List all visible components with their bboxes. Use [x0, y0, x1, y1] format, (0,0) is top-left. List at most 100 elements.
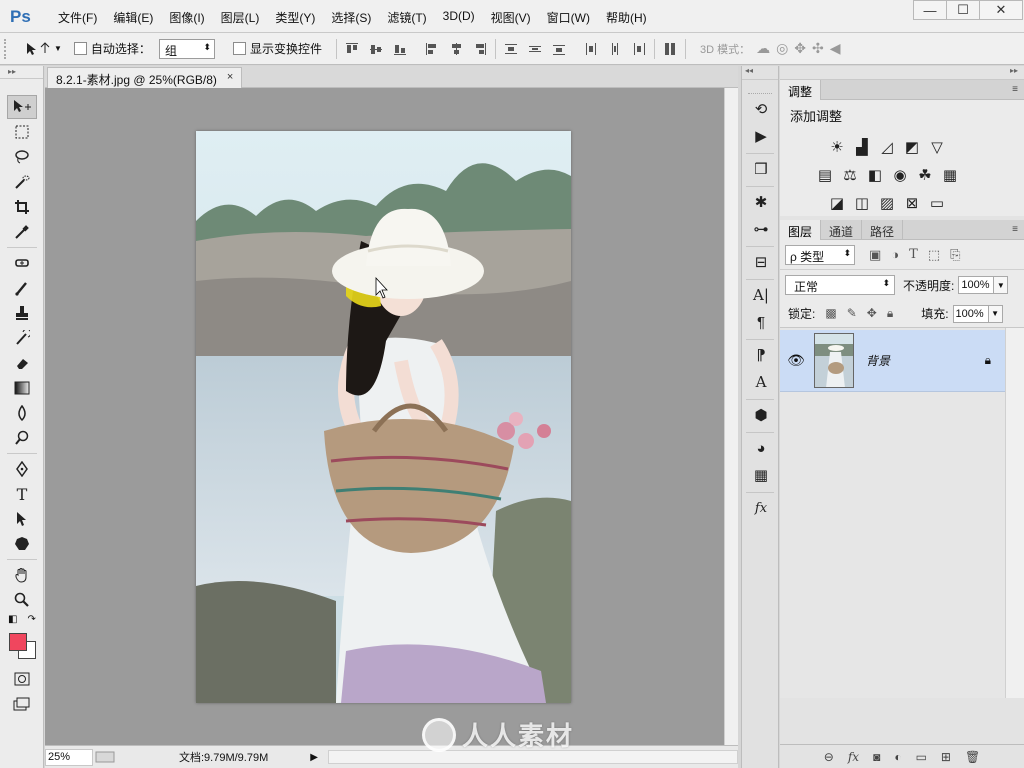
threshold-icon[interactable]: ▨	[878, 194, 896, 212]
fill-input[interactable]: 100%	[952, 304, 989, 323]
new-group-icon[interactable]: ▭	[916, 750, 927, 764]
panel-grip[interactable]: ▸▸	[780, 66, 1024, 80]
levels-icon[interactable]: ▟	[853, 138, 871, 156]
lock-transparency-icon[interactable]: ▩	[825, 306, 836, 321]
menu-layer[interactable]: 图层(L)	[213, 9, 268, 26]
color-balance-icon[interactable]: ⚖	[841, 166, 859, 184]
black-white-icon[interactable]: ◧	[866, 166, 884, 184]
layer-kind-filter[interactable]: ρ 类型	[785, 244, 855, 265]
close-icon[interactable]: ×	[227, 71, 233, 85]
auto-select-checkbox[interactable]	[73, 42, 87, 55]
channel-mixer-icon[interactable]: ☘	[916, 166, 934, 184]
layer-thumbnail[interactable]	[814, 333, 854, 388]
tab-channels[interactable]: 通道	[821, 220, 863, 240]
scale-3d-icon[interactable]: ◀	[830, 40, 841, 57]
filter-pixel-icon[interactable]: ▣	[869, 247, 881, 263]
color-panel-icon[interactable]: ◕	[747, 436, 775, 460]
status-share-icon[interactable]	[95, 751, 115, 763]
selective-color-icon[interactable]: ⊠	[903, 194, 921, 212]
canvas-vertical-scrollbar[interactable]	[724, 88, 738, 745]
add-mask-icon[interactable]: ◙	[873, 750, 880, 764]
healing-brush-tool-icon[interactable]	[7, 251, 37, 275]
blend-mode-dropdown[interactable]: 正常	[785, 275, 895, 295]
actions-panel-icon[interactable]: ▶	[747, 124, 775, 148]
vibrance-icon[interactable]: ▽	[928, 138, 946, 156]
visibility-eye-icon[interactable]: 👁︎	[780, 352, 812, 369]
document-image[interactable]	[196, 131, 571, 703]
align-hcenter-icon[interactable]	[449, 42, 463, 56]
menu-3d[interactable]: 3D(D)	[435, 9, 483, 26]
layer-name[interactable]: 背景	[866, 352, 985, 369]
character-styles-icon[interactable]: A	[747, 370, 775, 394]
eyedropper-tool-icon[interactable]	[7, 220, 37, 244]
tool-preset-picker[interactable]: ▼	[24, 41, 62, 57]
posterize-icon[interactable]: ◫	[853, 194, 871, 212]
3d-cube-icon[interactable]: ⬢	[747, 403, 775, 427]
hue-saturation-icon[interactable]: ▤	[816, 166, 834, 184]
menu-edit[interactable]: 编辑(E)	[105, 9, 161, 26]
custom-shape-tool-icon[interactable]	[7, 532, 37, 556]
type-tool-icon[interactable]: T	[7, 482, 37, 506]
toolbox-grip[interactable]: ▸▸	[0, 66, 43, 79]
new-layer-icon[interactable]: ⊞	[941, 750, 951, 764]
pen-tool-icon[interactable]	[7, 457, 37, 481]
paragraph-panel-icon[interactable]: ¶	[747, 310, 775, 334]
paragraph-styles-icon[interactable]: ⁋	[747, 343, 775, 367]
align-left-icon[interactable]	[425, 42, 439, 56]
brightness-contrast-icon[interactable]: ☀	[828, 138, 846, 156]
brush-tool-icon[interactable]	[7, 276, 37, 300]
tab-paths[interactable]: 路径	[862, 220, 904, 240]
fill-slider-toggle[interactable]: ▼	[988, 304, 1003, 323]
blur-tool-icon[interactable]	[7, 401, 37, 425]
slide-3d-icon[interactable]: ✣	[812, 40, 824, 57]
minimize-button[interactable]: —	[913, 0, 947, 20]
swatches-panel-icon[interactable]: ▦	[747, 463, 775, 487]
dodge-tool-icon[interactable]	[7, 426, 37, 450]
clone-source-icon[interactable]: ⊶	[747, 217, 775, 241]
menu-window[interactable]: 窗口(W)	[539, 9, 598, 26]
new-adjustment-layer-icon[interactable]: ◐	[894, 750, 901, 764]
styles-fx-icon[interactable]: fx	[747, 496, 775, 520]
quick-mask-icon[interactable]	[7, 667, 37, 691]
clone-stamp-tool-icon[interactable]	[7, 301, 37, 325]
panel-menu-icon[interactable]: ≡	[1012, 224, 1018, 235]
options-grip[interactable]	[4, 38, 12, 59]
align-top-icon[interactable]	[345, 42, 359, 56]
color-lookup-icon[interactable]: ▦	[941, 166, 959, 184]
align-vcenter-icon[interactable]	[369, 42, 383, 56]
brush-presets-icon[interactable]: ✱	[747, 190, 775, 214]
history-panel-icon[interactable]: ⟲	[747, 97, 775, 121]
filter-smart-object-icon[interactable]: ⎘	[950, 247, 960, 263]
align-bottom-icon[interactable]	[393, 42, 407, 56]
auto-select-dropdown[interactable]: 组	[158, 38, 215, 59]
filter-shape-icon[interactable]: ⬚	[928, 247, 940, 263]
dock-grip[interactable]: ◂◂	[742, 66, 778, 80]
foreground-color-swatch[interactable]	[9, 633, 27, 651]
link-layers-icon[interactable]: ⊖	[824, 750, 834, 764]
zoom-tool-icon[interactable]	[7, 588, 37, 612]
gradient-tool-icon[interactable]	[7, 376, 37, 400]
distribute-vcenter-icon[interactable]	[528, 42, 542, 56]
lock-pixels-icon[interactable]: ✎	[847, 306, 857, 321]
menu-file[interactable]: 文件(F)	[50, 9, 105, 26]
hand-tool-icon[interactable]	[7, 563, 37, 587]
filter-adjustment-icon[interactable]: ◑	[891, 247, 899, 263]
path-selection-tool-icon[interactable]	[7, 507, 37, 531]
panel-menu-icon[interactable]: ≡	[1012, 84, 1018, 95]
distribute-hcenter-icon[interactable]	[608, 42, 622, 56]
photo-filter-icon[interactable]: ◉	[891, 166, 909, 184]
layer-style-fx-icon[interactable]: fx	[848, 750, 859, 764]
delete-layer-icon[interactable]: 🗑︎	[965, 750, 980, 764]
move-tool-icon[interactable]	[7, 95, 37, 119]
menu-view[interactable]: 视图(V)	[483, 9, 539, 26]
quick-selection-tool-icon[interactable]	[7, 170, 37, 194]
show-transform-checkbox[interactable]	[232, 42, 246, 55]
layer-row[interactable]: 👁︎ 背景 🔒︎	[780, 330, 1005, 392]
layers-scrollbar[interactable]	[1005, 328, 1024, 698]
menu-type[interactable]: 类型(Y)	[267, 9, 323, 26]
status-menu-arrow[interactable]: ▶	[310, 752, 318, 763]
opacity-input[interactable]: 100%	[958, 276, 995, 294]
document-info[interactable]: 文档:9.79M/9.79M	[179, 749, 268, 765]
close-button[interactable]: ✕	[979, 0, 1023, 20]
history-brush-tool-icon[interactable]	[7, 326, 37, 350]
